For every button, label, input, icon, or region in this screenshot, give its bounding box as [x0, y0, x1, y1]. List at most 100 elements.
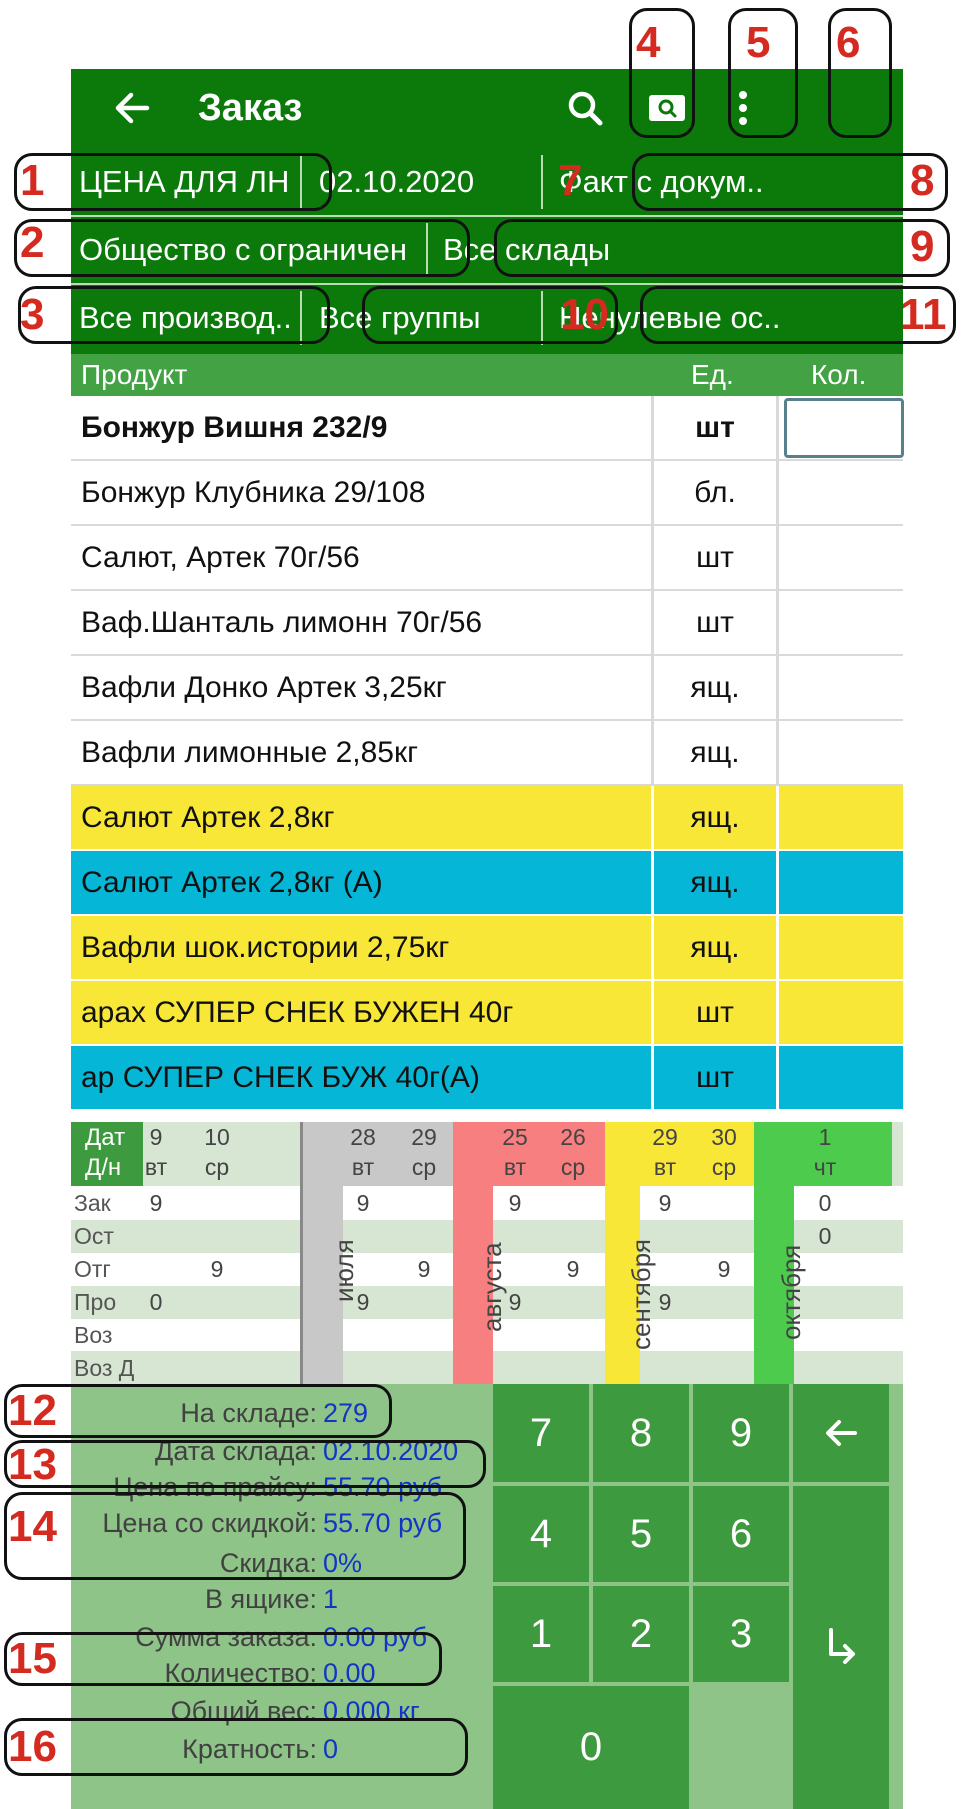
key-8[interactable]: 8 — [593, 1384, 689, 1482]
barcode-search-icon[interactable] — [639, 83, 695, 133]
table-row[interactable]: Бонжур Вишня 232/9 шт — [71, 396, 904, 461]
info-value: 0.00 руб — [323, 1622, 428, 1652]
sales-value: 9 — [658, 1289, 672, 1315]
stock-filter[interactable]: Ненулевые ос.. — [559, 285, 789, 351]
product-list: Бонжур Вишня 232/9 шт Бонжур Клубника 29… — [71, 396, 904, 1111]
date-day: 30 — [711, 1124, 737, 1150]
sales-calendar[interactable]: Дат Д/н июля августа сентября октября За… — [71, 1122, 903, 1384]
product-unit: шт — [651, 981, 776, 1044]
product-unit: ящ. — [651, 721, 776, 784]
column-qty: Кол. — [811, 359, 867, 390]
key-9[interactable]: 9 — [693, 1384, 789, 1482]
info-label: Кратность: — [182, 1734, 317, 1764]
info-label: На складе: — [180, 1398, 317, 1428]
warehouse-filter[interactable]: Все склады — [443, 217, 773, 283]
table-header: Продукт Ед. Кол. — [71, 354, 903, 396]
info-label: Количество: — [164, 1658, 318, 1688]
info-value: 0% — [323, 1548, 363, 1578]
qty-cell[interactable] — [776, 916, 903, 979]
date-day: 28 — [350, 1124, 376, 1150]
qty-cell[interactable] — [776, 591, 903, 654]
doc-fact-filter[interactable]: Факт с докум.. — [559, 149, 789, 215]
annotation-1: 1 — [20, 156, 45, 205]
info-value: 0.000 кг — [323, 1696, 420, 1726]
organization-filter[interactable]: Общество с ограничен.. — [79, 217, 409, 283]
qty-input[interactable] — [784, 398, 904, 458]
product-name: Салют Артек 2,8кг (А) — [81, 865, 383, 899]
divider — [426, 223, 428, 277]
stock-value: 0 — [818, 1223, 832, 1249]
annotation-5: 5 — [746, 18, 771, 67]
filter-row-2: Общество с ограничен.. Все склады — [71, 217, 903, 283]
row-label-order: Зак — [74, 1190, 111, 1216]
table-row[interactable]: Бонжур Клубника 29/108 бл. — [71, 461, 903, 526]
table-row[interactable]: Салют Артек 2,8кг (А) ящ. — [71, 851, 903, 916]
key-6[interactable]: 6 — [693, 1486, 789, 1582]
enter-key[interactable] — [793, 1486, 889, 1809]
filter-row-3: Все производ.. Все группы Ненулевые ос.. — [71, 285, 903, 354]
table-row[interactable]: Салют Артек 2,8кг ящ. — [71, 786, 903, 851]
column-product: Продукт — [81, 359, 188, 390]
qty-cell[interactable] — [776, 526, 903, 589]
sales-value: 9 — [508, 1289, 522, 1315]
search-icon[interactable] — [557, 83, 613, 133]
group-filter[interactable]: Все группы — [319, 285, 519, 351]
order-value: 9 — [508, 1190, 522, 1216]
annotation-12: 12 — [8, 1386, 57, 1435]
date-dow: вт — [653, 1154, 677, 1180]
qty-cell[interactable] — [776, 461, 903, 524]
table-row[interactable]: Вафли лимонные 2,85кг ящ. — [71, 721, 903, 786]
annotation-14: 14 — [8, 1502, 57, 1551]
product-unit: шт — [651, 591, 776, 654]
order-value: 9 — [149, 1190, 163, 1216]
table-row[interactable]: Салют, Артек 70г/56 шт — [71, 526, 903, 591]
table-row[interactable]: Вафли Донко Артек 3,25кг ящ. — [71, 656, 903, 721]
table-row[interactable]: ар СУПЕР СНЕК БУЖ 40г(А) шт — [71, 1046, 903, 1111]
date-dow: ср — [560, 1154, 586, 1180]
qty-cell[interactable] — [776, 721, 903, 784]
key-0[interactable]: 0 — [493, 1686, 689, 1809]
qty-cell[interactable] — [776, 851, 903, 914]
annotation-9: 9 — [910, 222, 935, 271]
qty-cell[interactable] — [776, 1046, 903, 1109]
backspace-icon — [826, 1420, 857, 1446]
key-2[interactable]: 2 — [593, 1586, 689, 1682]
product-unit: шт — [651, 526, 776, 589]
qty-cell[interactable] — [776, 786, 903, 849]
key-3[interactable]: 3 — [693, 1586, 789, 1682]
shipment-value: 9 — [566, 1256, 580, 1282]
shipment-value: 9 — [417, 1256, 431, 1282]
table-row[interactable]: Ваф.Шанталь лимонн 70г/56 шт — [71, 591, 903, 656]
date-day: 25 — [502, 1124, 528, 1150]
row-label-shipment: Отг — [74, 1256, 111, 1282]
backspace-key[interactable] — [793, 1384, 889, 1482]
product-unit: бл. — [651, 461, 776, 524]
qty-cell[interactable] — [776, 656, 903, 719]
product-name: арах СУПЕР СНЕК БУЖЕН 40г — [81, 995, 514, 1029]
price-type-filter[interactable]: ЦЕНА ДЛЯ ЛН.. — [79, 149, 289, 215]
date-day: 9 — [149, 1124, 163, 1150]
table-row[interactable]: арах СУПЕР СНЕК БУЖЕН 40г шт — [71, 981, 903, 1046]
manufacturer-filter[interactable]: Все производ.. — [79, 285, 289, 351]
page-title: Заказ — [198, 87, 303, 129]
toolbar: Заказ — [71, 69, 903, 149]
info-value: 279 — [323, 1398, 369, 1428]
qty-cell[interactable] — [776, 981, 903, 1044]
key-1[interactable]: 1 — [493, 1586, 589, 1682]
key-4[interactable]: 4 — [493, 1486, 589, 1582]
back-arrow-icon[interactable] — [107, 83, 157, 133]
annotation-3: 3 — [20, 290, 45, 339]
month-october: октября — [776, 1244, 806, 1340]
info-label: Сумма заказа: — [135, 1622, 317, 1652]
order-value: 9 — [356, 1190, 370, 1216]
date-filter[interactable]: 02.10.2020 — [319, 149, 539, 215]
key-7[interactable]: 7 — [493, 1384, 589, 1482]
filter-row-1: ЦЕНА ДЛЯ ЛН.. 02.10.2020 Факт с докум.. — [71, 149, 903, 215]
table-row[interactable]: Вафли шок.истории 2,75кг ящ. — [71, 916, 903, 981]
row-label-stock: Ост — [74, 1223, 114, 1249]
annotation-4: 4 — [636, 18, 661, 67]
sales-value: 0 — [149, 1289, 163, 1315]
shipment-value: 9 — [210, 1256, 224, 1282]
key-5[interactable]: 5 — [593, 1486, 689, 1582]
more-vert-icon[interactable] — [715, 83, 771, 133]
